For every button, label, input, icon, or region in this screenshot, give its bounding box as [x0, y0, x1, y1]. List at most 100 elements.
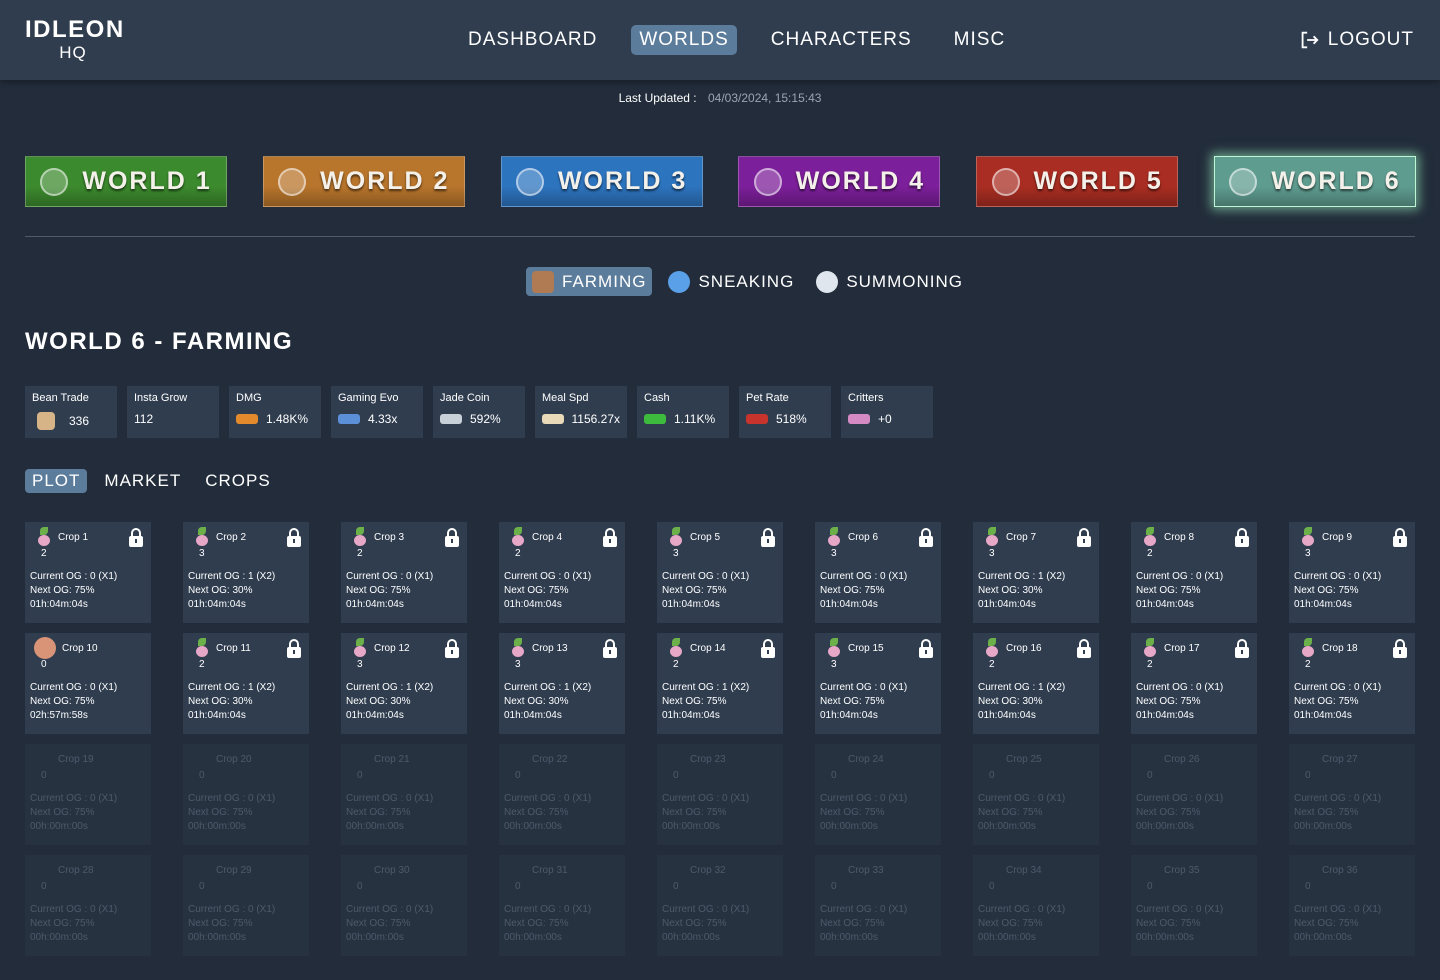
crop-plot[interactable]: Crop 3 2 Current OG : 0 (X1) Next OG: 75% 01…	[341, 522, 467, 623]
lock-icon[interactable]	[1392, 639, 1408, 658]
crop-name: Crop 9	[1322, 531, 1353, 543]
crop-plot[interactable]: Crop 11 2 Current OG : 1 (X2) Next OG: 30% 0…	[183, 633, 309, 734]
crop-stage: 0	[831, 770, 837, 781]
crop-plot[interactable]: Crop 12 3 Current OG : 1 (X2) Next OG: 30% 0…	[341, 633, 467, 734]
crop-og: Current OG : 0 (X1)	[346, 571, 434, 582]
dmg-icon	[236, 414, 258, 424]
crop-plot[interactable]: Crop 25 0 Current OG : 0 (X1) Next OG: 75% 0…	[973, 744, 1099, 845]
lock-icon[interactable]	[1234, 639, 1250, 658]
crop-time: 00h:00m:00s	[1136, 932, 1194, 943]
world-button-label: WORLD 2	[320, 167, 450, 195]
nav-worlds[interactable]: WORLDS	[631, 25, 737, 55]
nav-dashboard[interactable]: DASHBOARD	[460, 25, 605, 55]
stat-value: 112	[134, 412, 154, 426]
stat-value: 4.33x	[368, 412, 398, 426]
crop-plot[interactable]: Crop 5 3 Current OG : 0 (X1) Next OG: 75% 01…	[657, 522, 783, 623]
crop-stage: 3	[831, 659, 837, 670]
crop-plot[interactable]: Crop 27 0 Current OG : 0 (X1) Next OG: 75% 0…	[1289, 744, 1415, 845]
nav-misc[interactable]: MISC	[946, 25, 1014, 55]
lock-icon[interactable]	[286, 528, 302, 547]
lock-icon[interactable]	[760, 639, 776, 658]
crop-plot[interactable]: Crop 10 0 Current OG : 0 (X1) Next OG: 75% 0…	[25, 633, 151, 734]
world-button-5[interactable]: WORLD 5	[976, 156, 1179, 207]
crop-plot[interactable]: Crop 35 0 Current OG : 0 (X1) Next OG: 75% 0…	[1131, 855, 1257, 956]
tab-sneaking[interactable]: SNEAKING	[662, 267, 800, 296]
crop-plot[interactable]: Crop 32 0 Current OG : 0 (X1) Next OG: 75% 0…	[657, 855, 783, 956]
crop-plot[interactable]: Crop 16 2 Current OG : 1 (X2) Next OG: 30% 0…	[973, 633, 1099, 734]
crop-plot[interactable]: Crop 19 0 Current OG : 0 (X1) Next OG: 75% 0…	[25, 744, 151, 845]
crop-plot[interactable]: Crop 1 2 Current OG : 0 (X1) Next OG: 75% 01…	[25, 522, 151, 623]
tab-crops[interactable]: CROPS	[198, 469, 277, 493]
crop-info: Current OG : 0 (X1) Next OG: 75% 01h:04m:0…	[820, 570, 936, 612]
crop-time: 00h:00m:00s	[346, 932, 404, 943]
main-nav: DASHBOARD WORLDS CHARACTERS MISC	[460, 25, 1039, 55]
world-button-4[interactable]: WORLD 4	[738, 156, 941, 207]
world-button-6[interactable]: WORLD 6	[1214, 156, 1416, 207]
crop-time: 01h:04m:04s	[820, 710, 878, 721]
crop-info: Current OG : 0 (X1) Next OG: 75% 00h:00m:0…	[188, 792, 304, 834]
jade-icon	[440, 414, 462, 424]
lock-icon[interactable]	[1076, 639, 1092, 658]
crop-plot[interactable]: Crop 6 3 Current OG : 0 (X1) Next OG: 75% 01…	[815, 522, 941, 623]
crop-plot[interactable]: Crop 26 0 Current OG : 0 (X1) Next OG: 75% 0…	[1131, 744, 1257, 845]
crop-plot[interactable]: Crop 24 0 Current OG : 0 (X1) Next OG: 75% 0…	[815, 744, 941, 845]
crop-plot[interactable]: Crop 7 3 Current OG : 1 (X2) Next OG: 30% 01…	[973, 522, 1099, 623]
crop-plot[interactable]: Crop 22 0 Current OG : 0 (X1) Next OG: 75% 0…	[499, 744, 625, 845]
lock-icon[interactable]	[286, 639, 302, 658]
stat-label: Gaming Evo	[338, 392, 399, 404]
lock-icon[interactable]	[444, 528, 460, 547]
stat-card: Meal Spd 1156.27x	[535, 386, 627, 438]
crop-name: Crop 34	[1006, 864, 1042, 876]
crop-info: Current OG : 1 (X2) Next OG: 30% 01h:04m:0…	[504, 681, 620, 723]
lock-icon[interactable]	[602, 528, 618, 547]
logo[interactable]: IDLEON HQ	[25, 18, 123, 62]
world-subtabs: FARMING SNEAKING SUMMONING	[526, 267, 979, 296]
world-button-3[interactable]: WORLD 3	[500, 156, 703, 207]
crop-plot[interactable]: Crop 23 0 Current OG : 0 (X1) Next OG: 75% 0…	[657, 744, 783, 845]
nav-characters[interactable]: CHARACTERS	[763, 25, 920, 55]
tab-market[interactable]: MARKET	[97, 469, 188, 493]
pet-icon	[746, 414, 768, 424]
crop-plot[interactable]: Crop 18 2 Current OG : 0 (X1) Next OG: 75% 0…	[1289, 633, 1415, 734]
crop-plot[interactable]: Crop 30 0 Current OG : 0 (X1) Next OG: 75% 0…	[341, 855, 467, 956]
crop-plot[interactable]: Crop 33 0 Current OG : 0 (X1) Next OG: 75% 0…	[815, 855, 941, 956]
lock-icon[interactable]	[760, 528, 776, 547]
crop-time: 01h:04m:04s	[504, 710, 562, 721]
crop-plot[interactable]: Crop 13 3 Current OG : 1 (X2) Next OG: 30% 0…	[499, 633, 625, 734]
lock-icon[interactable]	[444, 639, 460, 658]
lock-icon[interactable]	[128, 528, 144, 547]
crop-plot[interactable]: Crop 34 0 Current OG : 0 (X1) Next OG: 75% 0…	[973, 855, 1099, 956]
crop-plot[interactable]: Crop 2 3 Current OG : 1 (X2) Next OG: 30% 01…	[183, 522, 309, 623]
crop-plot[interactable]: Crop 4 2 Current OG : 0 (X1) Next OG: 75% 01…	[499, 522, 625, 623]
crop-plot[interactable]: Crop 17 2 Current OG : 0 (X1) Next OG: 75% 0…	[1131, 633, 1257, 734]
crop-plot[interactable]: Crop 8 2 Current OG : 0 (X1) Next OG: 75% 01…	[1131, 522, 1257, 623]
crop-plot[interactable]: Crop 21 0 Current OG : 0 (X1) Next OG: 75% 0…	[341, 744, 467, 845]
lock-icon[interactable]	[602, 639, 618, 658]
logout-button[interactable]: LOGOUT	[1298, 29, 1414, 51]
crop-og: Current OG : 0 (X1)	[504, 571, 592, 582]
tab-plot[interactable]: PLOT	[25, 469, 88, 493]
crop-name: Crop 10	[62, 642, 98, 654]
crop-plot[interactable]: Crop 36 0 Current OG : 0 (X1) Next OG: 75% 0…	[1289, 855, 1415, 956]
crop-next: Next OG: 75%	[188, 807, 253, 818]
crop-plot[interactable]: Crop 31 0 Current OG : 0 (X1) Next OG: 75% 0…	[499, 855, 625, 956]
lock-icon[interactable]	[1234, 528, 1250, 547]
world-selector: WORLD 1 WORLD 2 WORLD 3 WORLD 4 WORLD 5 WORLD…	[25, 156, 1416, 207]
crop-plot[interactable]: Crop 20 0 Current OG : 0 (X1) Next OG: 75% 0…	[183, 744, 309, 845]
world-button-1[interactable]: WORLD 1	[25, 156, 227, 207]
tab-summoning[interactable]: SUMMONING	[810, 267, 969, 296]
crop-plot[interactable]: Crop 29 0 Current OG : 0 (X1) Next OG: 75% 0…	[183, 855, 309, 956]
crop-next: Next OG: 75%	[820, 918, 885, 929]
tab-farming[interactable]: FARMING	[526, 267, 653, 296]
crop-plot[interactable]: Crop 28 0 Current OG : 0 (X1) Next OG: 75% 0…	[25, 855, 151, 956]
world-button-2[interactable]: WORLD 2	[262, 156, 465, 207]
lock-icon[interactable]	[918, 528, 934, 547]
crop-info: Current OG : 0 (X1) Next OG: 75% 00h:00m:0…	[30, 792, 146, 834]
lock-icon[interactable]	[1076, 528, 1092, 547]
crop-plot[interactable]: Crop 15 3 Current OG : 0 (X1) Next OG: 75% 0…	[815, 633, 941, 734]
crop-name: Crop 35	[1164, 864, 1200, 876]
crop-plot[interactable]: Crop 9 3 Current OG : 0 (X1) Next OG: 75% 01…	[1289, 522, 1415, 623]
lock-icon[interactable]	[918, 639, 934, 658]
crop-plot[interactable]: Crop 14 2 Current OG : 1 (X2) Next OG: 75% 0…	[657, 633, 783, 734]
lock-icon[interactable]	[1392, 528, 1408, 547]
